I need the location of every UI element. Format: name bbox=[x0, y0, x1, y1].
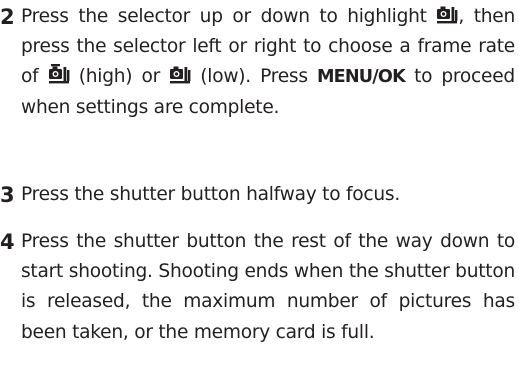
step-text: Press the selector up or down to highlig… bbox=[21, 2, 515, 123]
step-text: Press the shutter button the rest of the… bbox=[21, 231, 515, 343]
continuous-high-icon bbox=[48, 64, 70, 84]
step-text-part: (low). Press bbox=[200, 66, 308, 88]
step-text-part: Press the selector up or down to highlig… bbox=[21, 6, 427, 27]
step-number: 2 bbox=[0, 5, 15, 29]
step-2: 2 Press the selector up or down to highl… bbox=[0, 2, 515, 123]
step-text-part: (high) or bbox=[78, 66, 160, 88]
menu-ok-label: MENU/OK bbox=[316, 67, 406, 88]
instruction-page: 2 Press the selector up or down to highl… bbox=[0, 0, 519, 382]
continuous-low-icon bbox=[169, 64, 191, 84]
step-3: 3 Press the shutter button halfway to fo… bbox=[0, 180, 515, 210]
continuous-mode-icon bbox=[436, 4, 458, 24]
step-number: 3 bbox=[0, 183, 15, 207]
step-number: 4 bbox=[0, 230, 15, 254]
step-text: Press the shutter button halfway to focu… bbox=[21, 184, 401, 205]
step-4: 4 Press the shutter button the rest of t… bbox=[0, 227, 515, 348]
